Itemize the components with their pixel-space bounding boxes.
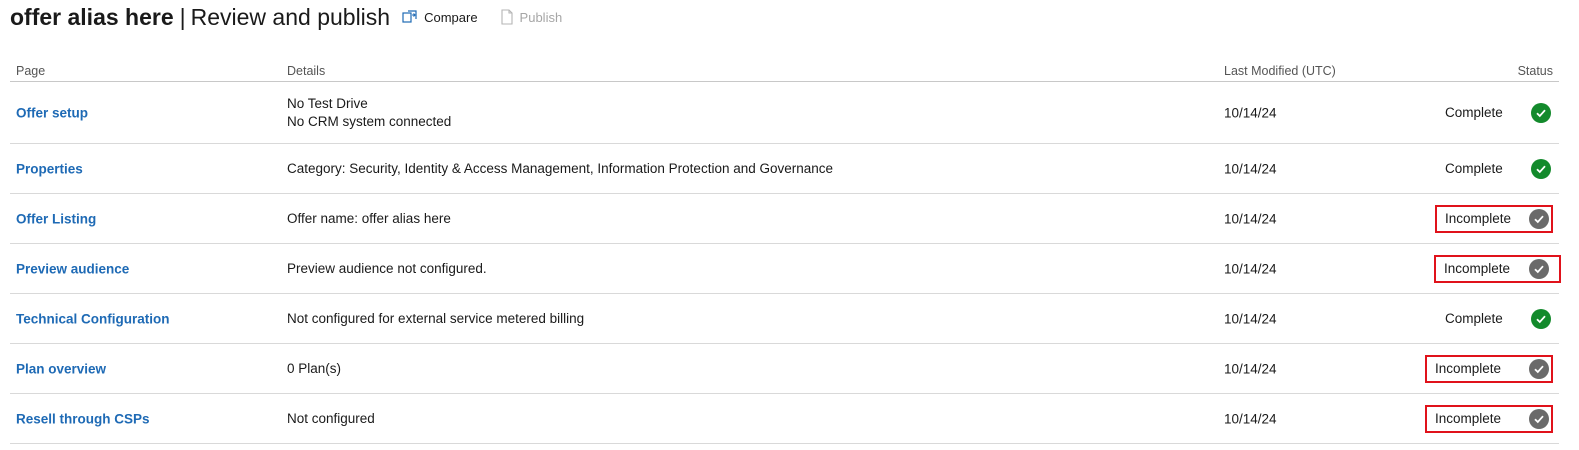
- title-separator: |: [179, 3, 186, 30]
- publish-button[interactable]: Publish: [500, 9, 563, 25]
- last-modified-cell: 10/14/24: [1224, 361, 1277, 376]
- details-line: No CRM system connected: [287, 113, 452, 129]
- check-circle-icon: [1531, 102, 1551, 123]
- publish-label: Publish: [519, 9, 563, 25]
- check-circle-icon: [1531, 158, 1551, 179]
- last-modified-cell: 10/14/24: [1224, 311, 1277, 326]
- last-modified-cell: 10/14/24: [1224, 411, 1277, 426]
- details-cell: Not configured: [287, 410, 375, 428]
- page-link-offer-setup[interactable]: Offer setup: [16, 105, 88, 120]
- last-modified-cell: 10/14/24: [1224, 105, 1277, 120]
- table-row: Properties Category: Security, Identity …: [10, 144, 1559, 194]
- compare-label: Compare: [424, 9, 478, 25]
- status-cell-highlighted: Incomplete: [1434, 254, 1561, 283]
- page-title: Review and publish: [190, 3, 391, 30]
- details-cell: Not configured for external service mete…: [287, 310, 584, 328]
- details-cell: No Test Drive No CRM system connected: [287, 95, 451, 131]
- status-text: Incomplete: [1445, 211, 1512, 226]
- details-cell: Offer name: offer alias here: [287, 210, 451, 228]
- details-line: Not configured for external service mete…: [287, 310, 585, 326]
- status-cell-highlighted: Incomplete: [1425, 354, 1553, 383]
- status-cell: Complete: [1435, 99, 1553, 127]
- details-line: Category: Security, Identity & Access Ma…: [287, 160, 834, 176]
- status-text: Incomplete: [1435, 411, 1502, 426]
- details-line: Offer name: offer alias here: [287, 210, 451, 226]
- page-link-properties[interactable]: Properties: [16, 161, 83, 176]
- review-and-publish-page: offer alias here | Review and publish Co…: [0, 0, 1579, 450]
- page-link-plan-overview[interactable]: Plan overview: [16, 361, 106, 376]
- table-row: Offer Listing Offer name: offer alias he…: [10, 194, 1559, 244]
- column-header-status: Status: [1517, 64, 1553, 78]
- check-circle-gray-icon: [1529, 258, 1549, 279]
- table-header: Page Details Last Modified (UTC) Status: [10, 62, 1559, 82]
- status-cell: Complete: [1435, 155, 1553, 183]
- status-text: Incomplete: [1444, 261, 1511, 276]
- compare-button[interactable]: Compare: [402, 9, 478, 25]
- table-row: Technical Configuration Not configured f…: [10, 294, 1559, 344]
- last-modified-cell: 10/14/24: [1224, 261, 1277, 276]
- status-cell-highlighted: Incomplete: [1435, 204, 1553, 233]
- table-row: Resell through CSPs Not configured 10/14…: [10, 394, 1559, 444]
- column-header-page: Page: [16, 64, 46, 78]
- page-link-offer-listing[interactable]: Offer Listing: [16, 211, 96, 226]
- details-line: No Test Drive: [287, 95, 368, 111]
- column-header-last-modified: Last Modified (UTC): [1224, 64, 1336, 78]
- check-circle-icon: [1531, 308, 1551, 329]
- last-modified-cell: 10/14/24: [1224, 161, 1277, 176]
- table-row: Plan overview 0 Plan(s) 10/14/24 Incompl…: [10, 344, 1559, 394]
- details-line: Not configured: [287, 410, 375, 426]
- status-cell: Complete: [1435, 305, 1553, 333]
- check-circle-gray-icon: [1529, 358, 1549, 379]
- status-text: Complete: [1445, 311, 1503, 326]
- page-link-technical-configuration[interactable]: Technical Configuration: [16, 311, 170, 326]
- details-cell: 0 Plan(s): [287, 360, 341, 378]
- last-modified-cell: 10/14/24: [1224, 211, 1277, 226]
- check-circle-gray-icon: [1529, 208, 1549, 229]
- page-header: offer alias here | Review and publish Co…: [10, 0, 562, 34]
- status-text: Incomplete: [1435, 361, 1502, 376]
- compare-icon: [402, 10, 417, 23]
- details-line: 0 Plan(s): [287, 360, 342, 376]
- table-row: Offer setup No Test Drive No CRM system …: [10, 82, 1559, 144]
- status-text: Complete: [1445, 105, 1503, 120]
- page-link-resell-through-csps[interactable]: Resell through CSPs: [16, 411, 150, 426]
- details-cell: Preview audience not configured.: [287, 260, 487, 278]
- review-table: Page Details Last Modified (UTC) Status …: [10, 62, 1561, 444]
- details-cell: Category: Security, Identity & Access Ma…: [287, 160, 833, 178]
- status-text: Complete: [1445, 161, 1503, 176]
- offer-alias-title: offer alias here: [10, 3, 174, 30]
- publish-icon: [500, 9, 513, 25]
- status-cell-highlighted: Incomplete: [1425, 404, 1553, 433]
- check-circle-gray-icon: [1529, 408, 1549, 429]
- table-row: Preview audience Preview audience not co…: [10, 244, 1561, 294]
- page-link-preview-audience[interactable]: Preview audience: [16, 261, 129, 276]
- column-header-details: Details: [287, 64, 326, 78]
- details-line: Preview audience not configured.: [287, 260, 487, 276]
